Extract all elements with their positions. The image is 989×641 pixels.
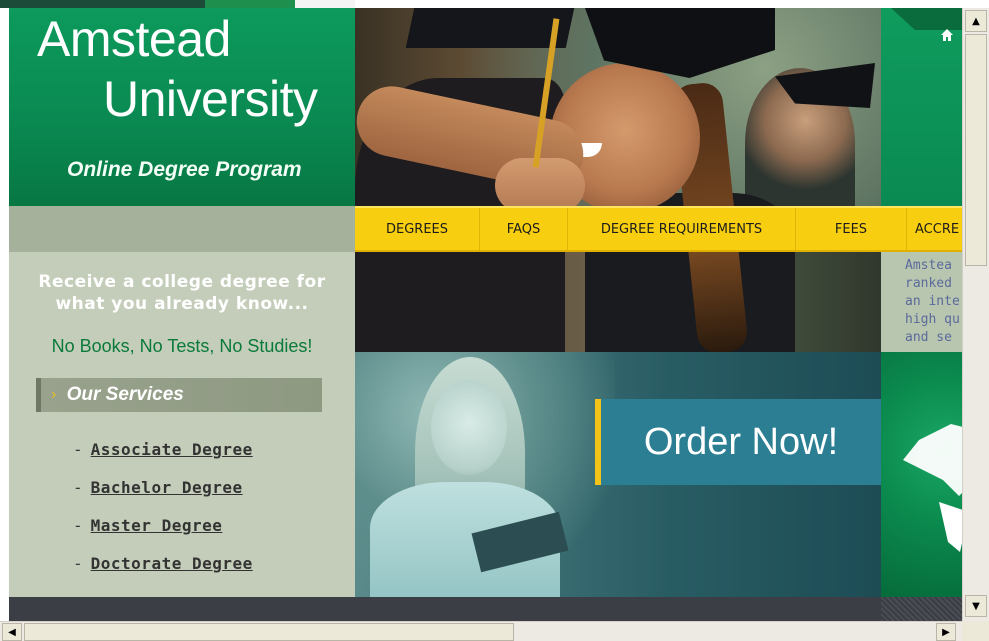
promo-headline-line1: Receive a college degree for	[38, 272, 326, 292]
scroll-left-button[interactable]: ◀	[2, 623, 22, 641]
service-link-master-degree[interactable]: Master Degree	[91, 516, 223, 535]
scroll-up-button[interactable]: ▲	[965, 10, 987, 32]
info-line: high qu	[905, 312, 960, 327]
background-window-dark	[0, 0, 205, 8]
background-window-light	[295, 0, 355, 8]
order-now-button[interactable]: Order Now!	[595, 399, 881, 485]
world-map-graphic	[881, 352, 962, 597]
logo-tagline: Online Degree Program	[67, 158, 302, 181]
service-bullet: -	[73, 440, 83, 459]
service-link-doctorate-degree[interactable]: Doctorate Degree	[91, 554, 253, 573]
footer-bar	[9, 597, 881, 621]
order-panel: Order Now!	[355, 352, 881, 597]
service-item: - Doctorate Degree	[73, 554, 253, 573]
service-bullet: -	[73, 478, 83, 497]
horizontal-scroll-thumb[interactable]	[24, 623, 514, 641]
service-item: - Bachelor Degree	[73, 478, 243, 497]
nav-item-degrees[interactable]: DEGREES	[355, 208, 480, 250]
service-link-bachelor-degree[interactable]: Bachelor Degree	[91, 478, 243, 497]
right-header-notch	[891, 8, 962, 30]
home-icon[interactable]	[940, 28, 954, 42]
hero-graduates-photo	[355, 8, 881, 352]
info-line: Amstea	[905, 258, 952, 273]
vertical-scrollbar[interactable]: ▲ ▼	[962, 8, 989, 621]
nav-item-accreditation[interactable]: ACCRE	[907, 208, 962, 250]
chevron-right-icon: ›	[51, 387, 57, 403]
background-window-green	[205, 0, 295, 8]
services-title: Our Services	[66, 384, 184, 405]
hero-hand	[495, 158, 585, 213]
horizontal-scrollbar[interactable]: ◀ ▶	[0, 621, 962, 641]
promo-headline-line2: what you already know...	[55, 294, 309, 314]
scroll-right-button[interactable]: ▶	[936, 623, 956, 641]
right-info-panel: Amstea ranked an inte high qu and se	[881, 252, 962, 352]
vertical-scroll-thumb[interactable]	[965, 34, 987, 266]
logo-amstead: Amstead	[37, 11, 231, 67]
service-item: - Associate Degree	[73, 440, 253, 459]
service-item: - Master Degree	[73, 516, 222, 535]
logo-block[interactable]: Amstead University Online Degree Program	[9, 8, 355, 206]
nav-item-fees[interactable]: FEES	[796, 208, 907, 250]
website: Amstead University Online Degree Program…	[9, 8, 962, 621]
student-face	[431, 380, 507, 475]
service-link-associate-degree[interactable]: Associate Degree	[91, 440, 253, 459]
nav-spacer	[9, 206, 355, 252]
info-line: and se	[905, 330, 952, 345]
map-north-america	[903, 424, 962, 496]
left-sidebar: Receive a college degree for what you al…	[9, 252, 355, 597]
nav-item-degree-requirements[interactable]: DEGREE REQUIREMENTS	[568, 208, 796, 250]
service-bullet: -	[73, 516, 83, 535]
order-now-label: Order Now!	[643, 420, 839, 463]
scrollbar-corner	[962, 621, 989, 641]
service-bullet: -	[73, 554, 83, 573]
logo-university: University	[103, 71, 318, 127]
scroll-down-button[interactable]: ▼	[965, 595, 987, 617]
map-central-america	[939, 502, 962, 552]
background-window-strip	[0, 0, 962, 8]
hero-cap-left	[405, 8, 575, 48]
slogan: No Books, No Tests, No Studies!	[51, 336, 313, 356]
browser-viewport: Amstead University Online Degree Program…	[0, 8, 962, 621]
info-line: ranked	[905, 276, 952, 291]
footer-pattern	[881, 597, 962, 621]
nav-item-faqs[interactable]: FAQS	[480, 208, 568, 250]
info-line: an inte	[905, 294, 960, 309]
main-nav: DEGREES FAQS DEGREE REQUIREMENTS FEES AC…	[355, 206, 962, 252]
services-header: › Our Services	[36, 378, 322, 412]
